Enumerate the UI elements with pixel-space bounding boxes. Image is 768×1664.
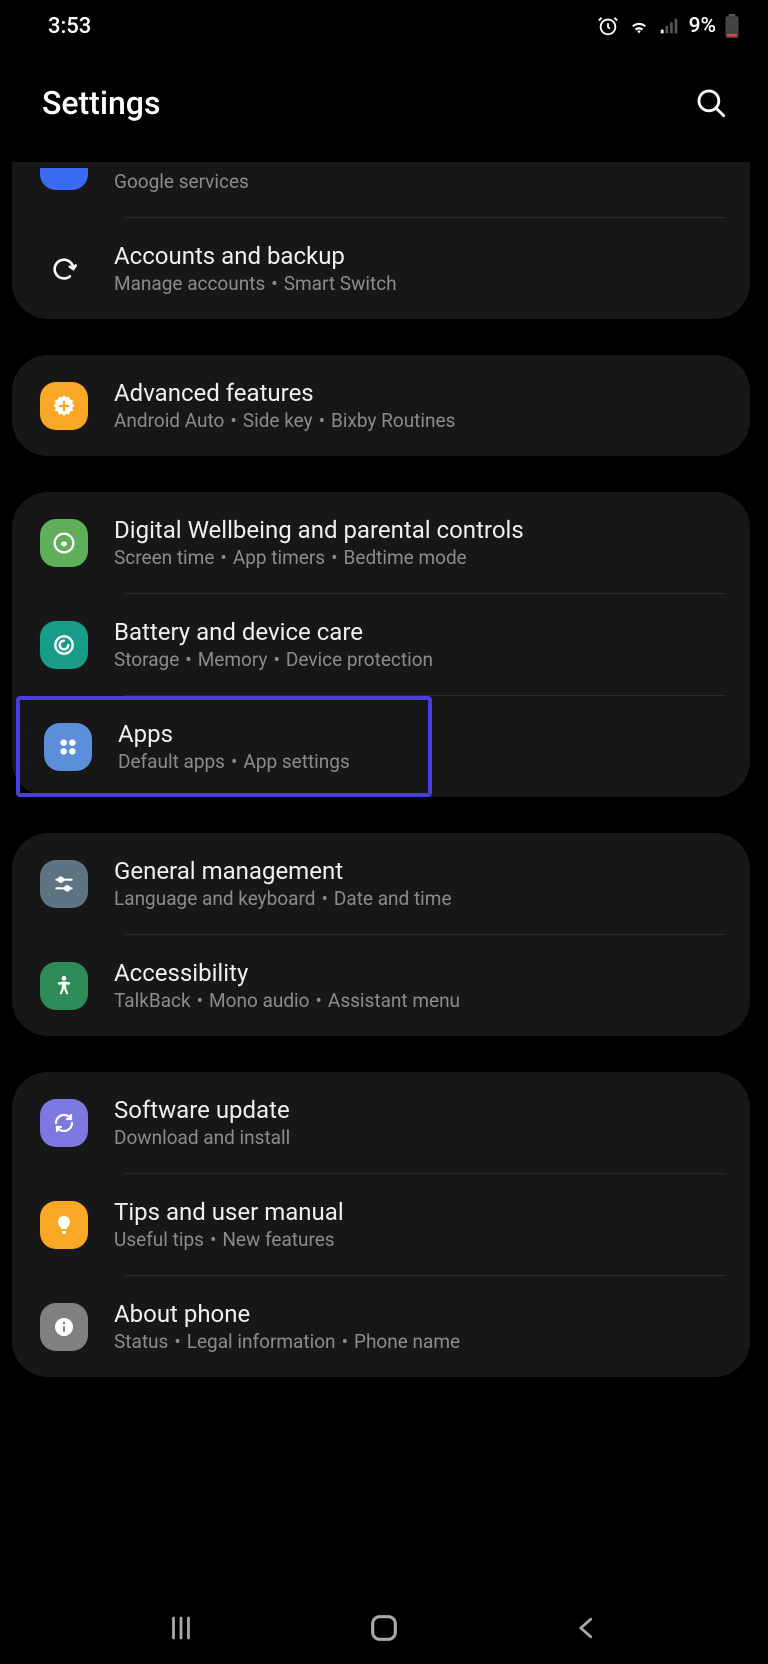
page-title: Settings <box>42 84 160 122</box>
item-title: Battery and device care <box>114 618 722 646</box>
wellbeing-icon <box>40 519 88 567</box>
sliders-icon <box>40 860 88 908</box>
item-title: About phone <box>114 1300 722 1328</box>
person-icon <box>40 962 88 1010</box>
item-subtitle: Useful tips•New features <box>114 1228 722 1251</box>
google-icon <box>40 168 88 190</box>
battery-text: 9% <box>689 14 716 38</box>
item-subtitle: Manage accounts•Smart Switch <box>114 272 722 295</box>
battery-icon <box>724 14 740 38</box>
settings-item-battery-care[interactable]: Battery and device care Storage•Memory•D… <box>12 594 750 695</box>
clock: 3:53 <box>48 14 91 39</box>
app-header: Settings <box>0 52 768 162</box>
bulb-icon <box>40 1201 88 1249</box>
item-title: Apps <box>118 720 404 748</box>
sync-icon <box>40 245 88 293</box>
settings-item-tips[interactable]: Tips and user manual Useful tips•New fea… <box>12 1174 750 1275</box>
nav-home-button[interactable] <box>367 1611 401 1645</box>
nav-recents-button[interactable] <box>166 1613 196 1643</box>
item-subtitle: Download and install <box>114 1126 722 1149</box>
settings-item-google[interactable]: Google services <box>12 166 750 217</box>
settings-item-general-management[interactable]: General management Language and keyboard… <box>12 833 750 934</box>
navigation-bar <box>0 1592 768 1664</box>
settings-group-advanced: Advanced features Android Auto•Side key•… <box>12 355 750 456</box>
item-title: Accounts and backup <box>114 242 722 270</box>
wifi-icon <box>627 15 651 37</box>
item-title: Digital Wellbeing and parental controls <box>114 516 722 544</box>
item-title: General management <box>114 857 722 885</box>
item-title: Accessibility <box>114 959 722 987</box>
settings-group-about: Software update Download and install Tip… <box>12 1072 750 1377</box>
settings-item-about-phone[interactable]: About phone Status•Legal information•Pho… <box>12 1276 750 1377</box>
item-subtitle: Storage•Memory•Device protection <box>114 648 722 671</box>
settings-item-advanced-features[interactable]: Advanced features Android Auto•Side key•… <box>12 355 750 456</box>
settings-group-general: General management Language and keyboard… <box>12 833 750 1036</box>
item-subtitle: Language and keyboard•Date and time <box>114 887 722 910</box>
settings-item-accessibility[interactable]: Accessibility TalkBack•Mono audio•Assist… <box>12 935 750 1036</box>
settings-group-care: Digital Wellbeing and parental controls … <box>12 492 750 797</box>
settings-group-google: Google services Accounts and backup Mana… <box>12 162 750 319</box>
settings-item-apps[interactable]: Apps Default apps•App settings <box>16 696 432 797</box>
item-title: Software update <box>114 1096 722 1124</box>
status-bar: 3:53 9% <box>0 0 768 52</box>
info-icon <box>40 1303 88 1351</box>
settings-list: Google services Accounts and backup Mana… <box>0 162 768 1377</box>
signal-icon <box>659 15 681 37</box>
plus-badge-icon <box>40 382 88 430</box>
item-subtitle: Default apps•App settings <box>118 750 404 773</box>
apps-icon <box>44 723 92 771</box>
item-title: Tips and user manual <box>114 1198 722 1226</box>
care-icon <box>40 621 88 669</box>
item-subtitle: Android Auto•Side key•Bixby Routines <box>114 409 722 432</box>
item-subtitle: TalkBack•Mono audio•Assistant menu <box>114 989 722 1012</box>
settings-item-software-update[interactable]: Software update Download and install <box>12 1072 750 1173</box>
item-subtitle: Google services <box>114 170 722 193</box>
update-icon <box>40 1099 88 1147</box>
search-icon[interactable] <box>694 86 728 120</box>
nav-back-button[interactable] <box>572 1613 602 1643</box>
item-title: Advanced features <box>114 379 722 407</box>
settings-item-wellbeing[interactable]: Digital Wellbeing and parental controls … <box>12 492 750 593</box>
status-icons: 9% <box>597 14 740 38</box>
alarm-icon <box>597 15 619 37</box>
item-subtitle: Screen time•App timers•Bedtime mode <box>114 546 722 569</box>
settings-item-accounts-backup[interactable]: Accounts and backup Manage accounts•Smar… <box>12 218 750 319</box>
item-subtitle: Status•Legal information•Phone name <box>114 1330 722 1353</box>
